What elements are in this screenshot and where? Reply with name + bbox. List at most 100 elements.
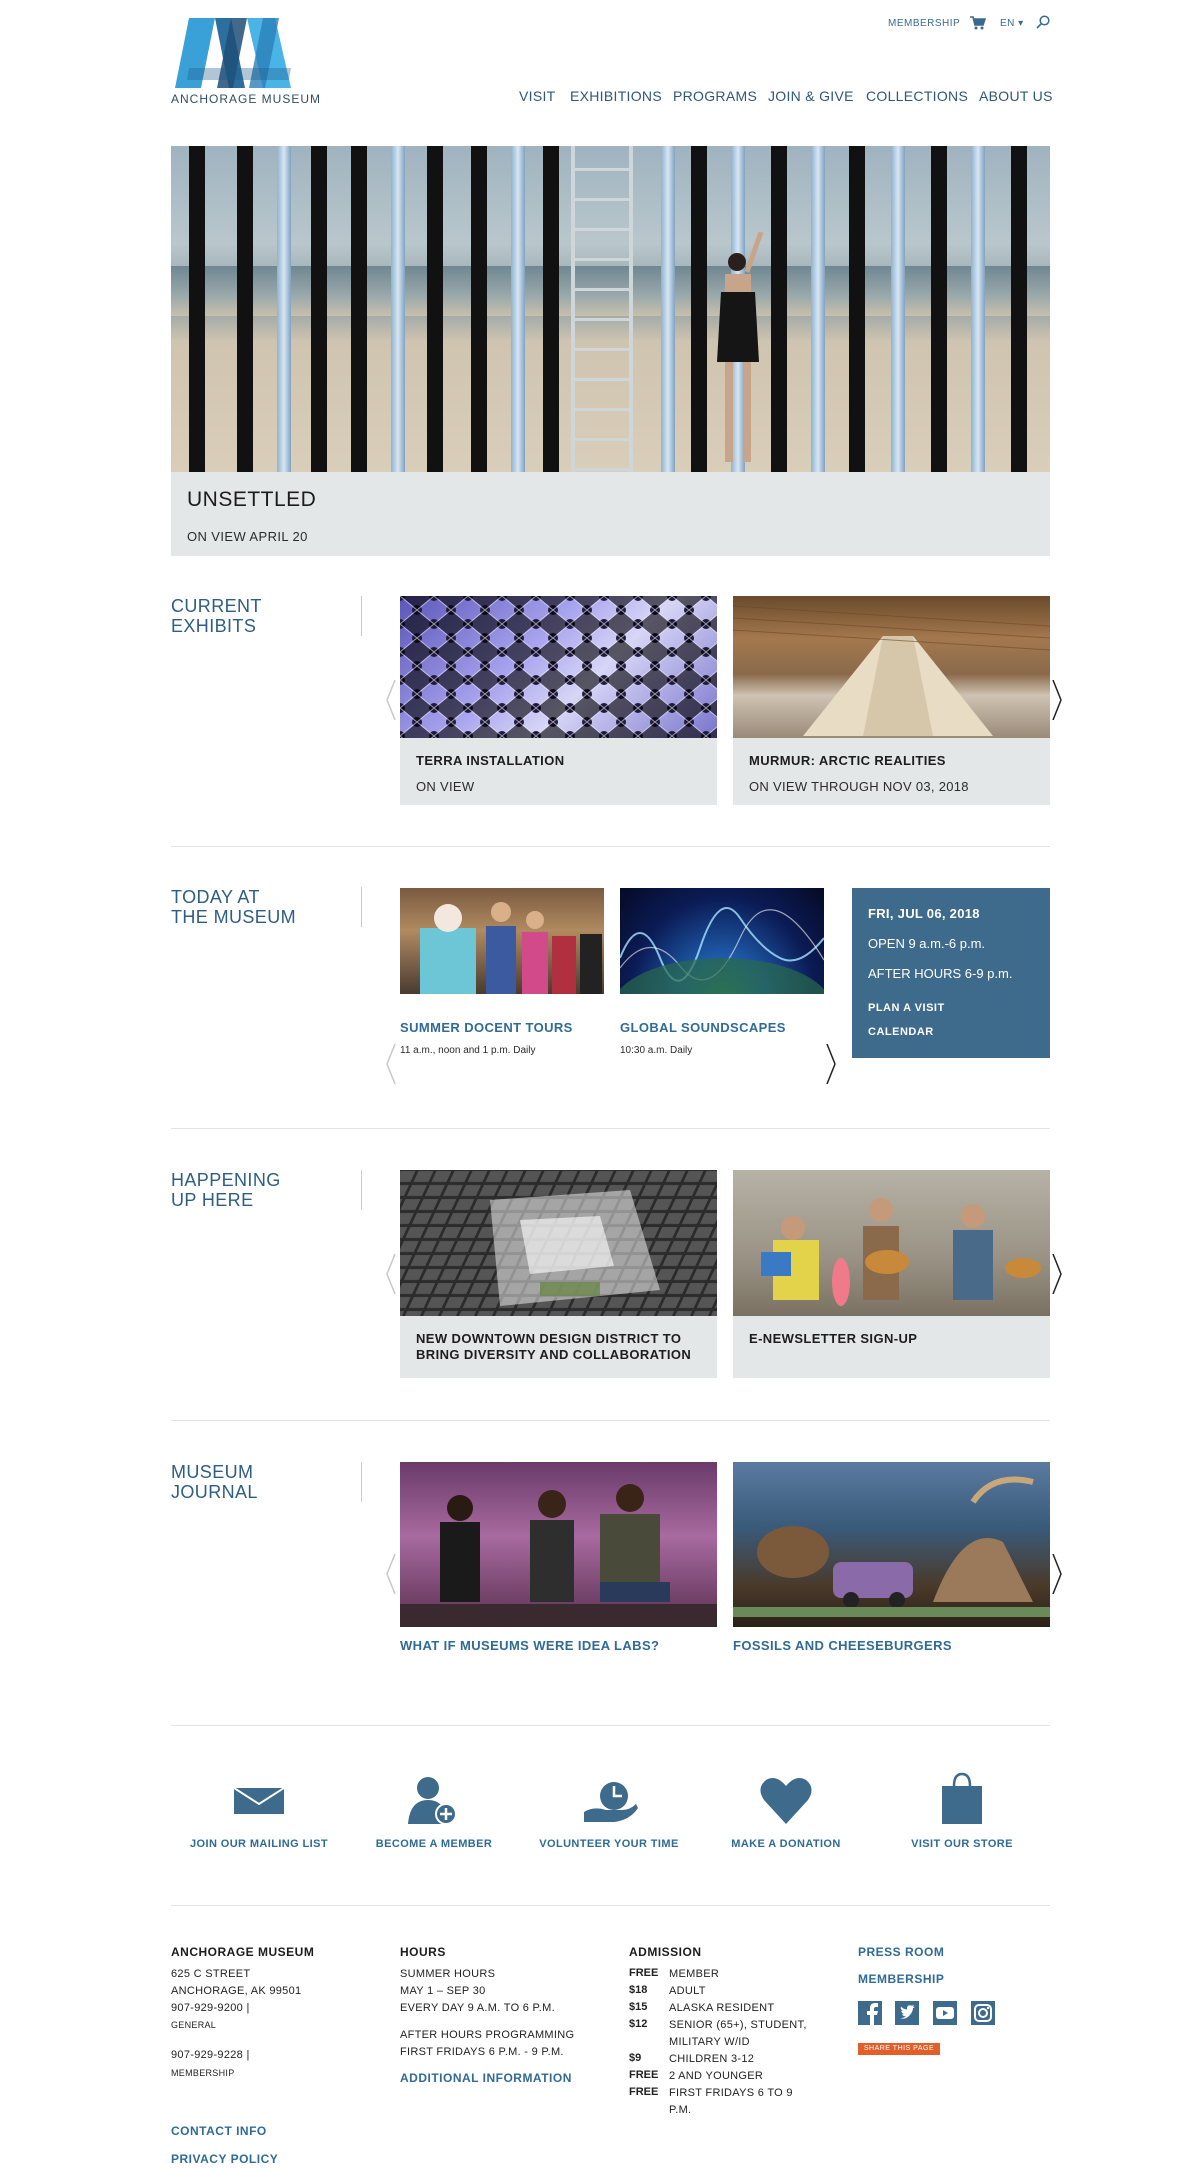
design-district-image[interactable] xyxy=(400,1170,717,1316)
idea-labs-image[interactable] xyxy=(400,1462,717,1627)
news-card-title[interactable]: NEW DOWNTOWN DESIGN DISTRICT TO BRING DI… xyxy=(416,1331,691,1363)
section-separator xyxy=(171,1725,1050,1726)
share-this-page-button[interactable]: SHARE THIS PAGE xyxy=(858,2043,940,2055)
journal-card-title[interactable]: FOSSILS AND CHEESEBURGERS xyxy=(733,1638,952,1653)
section-divider xyxy=(361,1462,362,1502)
contact-info-link[interactable]: CONTACT INFO xyxy=(171,2124,267,2138)
terra-installation-image[interactable] xyxy=(400,596,717,738)
event-title[interactable]: SUMMER DOCENT TOURS xyxy=(400,1020,573,1035)
footer-city: ANCHORAGE, AK 99501 xyxy=(171,1985,302,1997)
carousel-next-arrow[interactable] xyxy=(1052,1254,1062,1294)
twitter-icon[interactable] xyxy=(895,2001,919,2025)
cart-icon[interactable] xyxy=(970,16,986,30)
sound-wave-earth xyxy=(620,907,824,994)
carousel-next-arrow[interactable] xyxy=(826,1044,836,1084)
carousel-next-arrow[interactable] xyxy=(1052,680,1062,720)
nav-join-give[interactable]: JOIN & GIVE xyxy=(768,88,854,104)
section-title-line: MUSEUM xyxy=(171,1462,254,1482)
fossil-painting xyxy=(733,1476,1050,1617)
language-select[interactable]: EN ▾ xyxy=(1000,18,1024,29)
facebook-icon[interactable] xyxy=(858,2001,882,2025)
exhibit-card-caption[interactable] xyxy=(733,738,1050,805)
journal-card-title[interactable]: WHAT IF MUSEUMS WERE IDEA LABS? xyxy=(400,1638,659,1653)
musicians-photo xyxy=(761,1198,1041,1306)
envelope-icon[interactable] xyxy=(234,1788,284,1814)
section-title-journal: MUSEUM JOURNAL xyxy=(171,1462,258,1502)
privacy-policy-link[interactable]: PRIVACY POLICY xyxy=(171,2152,278,2166)
fossils-cheeseburgers-image[interactable] xyxy=(733,1462,1050,1627)
summer-docent-tours-image[interactable] xyxy=(400,888,604,994)
section-title-current-exhibits: CURRENT EXHIBITS xyxy=(171,596,262,636)
add-member-icon[interactable] xyxy=(408,1776,460,1826)
section-title-line: EXHIBITS xyxy=(171,616,257,636)
volunteer-link[interactable]: VOLUNTEER YOUR TIME xyxy=(519,1838,699,1850)
hero-image[interactable] xyxy=(171,146,1050,472)
carousel-prev-arrow[interactable] xyxy=(386,680,396,720)
nav-about-us[interactable]: ABOUT US xyxy=(979,88,1053,104)
exhibit-card-title[interactable]: TERRA INSTALLATION xyxy=(416,753,565,769)
section-title-line: CURRENT xyxy=(171,596,262,616)
nav-exhibitions[interactable]: EXHIBITIONS xyxy=(570,88,662,104)
section-separator xyxy=(171,1420,1050,1421)
news-card-title[interactable]: E-NEWSLETTER SIGN-UP xyxy=(749,1331,917,1347)
carousel-prev-arrow[interactable] xyxy=(386,1044,396,1084)
footer-membership-link[interactable]: MEMBERSHIP xyxy=(858,1972,944,1986)
news-card-title-line: BRING DIVERSITY AND COLLABORATION xyxy=(416,1347,692,1362)
hero-subtitle: ON VIEW APRIL 20 xyxy=(187,529,308,544)
section-title-line: TODAY AT xyxy=(171,887,260,907)
nav-programs[interactable]: PROGRAMS xyxy=(673,88,757,104)
youtube-icon[interactable] xyxy=(933,2001,957,2025)
carousel-next-arrow[interactable] xyxy=(1052,1554,1062,1594)
global-soundscapes-image[interactable] xyxy=(620,888,824,994)
today-date: FRI, JUL 06, 2018 xyxy=(868,906,980,921)
carousel-prev-arrow[interactable] xyxy=(386,1554,396,1594)
volunteer-clock-icon[interactable] xyxy=(584,1780,638,1824)
chevron-down-icon: ▾ xyxy=(1014,18,1024,29)
carousel-prev-arrow[interactable] xyxy=(386,1254,396,1294)
plan-a-visit-link[interactable]: PLAN A VISIT xyxy=(868,1002,945,1014)
murmur-arctic-realities-image[interactable] xyxy=(733,596,1050,738)
admission-label: ALASKA RESIDENT xyxy=(669,2002,775,2014)
admission-label: SENIOR (65+), STUDENT, xyxy=(669,2019,807,2031)
footer-street: 625 C STREET xyxy=(171,1968,251,1980)
membership-link[interactable]: MEMBERSHIP xyxy=(888,18,960,29)
exhibit-card-subtitle: ON VIEW xyxy=(416,779,475,794)
heart-icon[interactable] xyxy=(760,1776,812,1824)
section-divider xyxy=(361,596,362,636)
section-title-today: TODAY AT THE MUSEUM xyxy=(171,887,296,927)
additional-information-link[interactable]: ADDITIONAL INFORMATION xyxy=(400,2071,572,2085)
admission-price: FREE xyxy=(629,2069,659,2081)
admission-label: 2 AND YOUNGER xyxy=(669,2070,764,2082)
footer-museum-heading: ANCHORAGE MUSEUM xyxy=(171,1945,315,1959)
become-member-link[interactable]: BECOME A MEMBER xyxy=(344,1838,524,1850)
join-mailing-list-link[interactable]: JOIN OUR MAILING LIST xyxy=(169,1838,349,1850)
admission-label: MEMBER xyxy=(669,1968,720,1980)
shopping-bag-icon[interactable] xyxy=(942,1772,982,1824)
make-donation-link[interactable]: MAKE A DONATION xyxy=(696,1838,876,1850)
footer-hours-line: AFTER HOURS PROGRAMMING xyxy=(400,2029,575,2041)
hero-person-figure xyxy=(717,232,764,462)
section-separator xyxy=(171,1128,1050,1129)
event-time: 11 a.m., noon and 1 p.m. Daily xyxy=(400,1045,536,1056)
footer-phone-membership[interactable]: 907-929-9228 | xyxy=(171,2047,250,2064)
hero-title[interactable]: UNSETTLED xyxy=(187,488,316,512)
news-card-caption[interactable] xyxy=(733,1316,1050,1378)
press-room-link[interactable]: PRESS ROOM xyxy=(858,1945,944,1959)
instagram-icon[interactable] xyxy=(971,2001,995,2025)
event-time: 10:30 a.m. Daily xyxy=(620,1045,693,1056)
news-card-title-line: NEW DOWNTOWN DESIGN DISTRICT TO xyxy=(416,1331,682,1346)
calendar-link[interactable]: CALENDAR xyxy=(868,1026,934,1038)
event-title[interactable]: GLOBAL SOUNDSCAPES xyxy=(620,1020,786,1035)
footer-phone-general[interactable]: 907-929-9200 | xyxy=(171,2000,250,2017)
exhibit-card-caption[interactable] xyxy=(400,738,717,805)
search-icon[interactable] xyxy=(1036,15,1050,29)
admission-label: FIRST FRIDAYS 6 TO 9 xyxy=(669,2087,793,2099)
docent-group-photo xyxy=(420,902,602,994)
nav-visit[interactable]: VISIT xyxy=(519,88,556,104)
section-title-happening: HAPPENING UP HERE xyxy=(171,1170,281,1210)
visit-store-link[interactable]: VISIT OUR STORE xyxy=(872,1838,1052,1850)
e-newsletter-image[interactable] xyxy=(733,1170,1050,1316)
admission-price: FREE xyxy=(629,2086,659,2098)
nav-collections[interactable]: COLLECTIONS xyxy=(866,88,968,104)
exhibit-card-title[interactable]: MURMUR: ARCTIC REALITIES xyxy=(749,753,946,769)
